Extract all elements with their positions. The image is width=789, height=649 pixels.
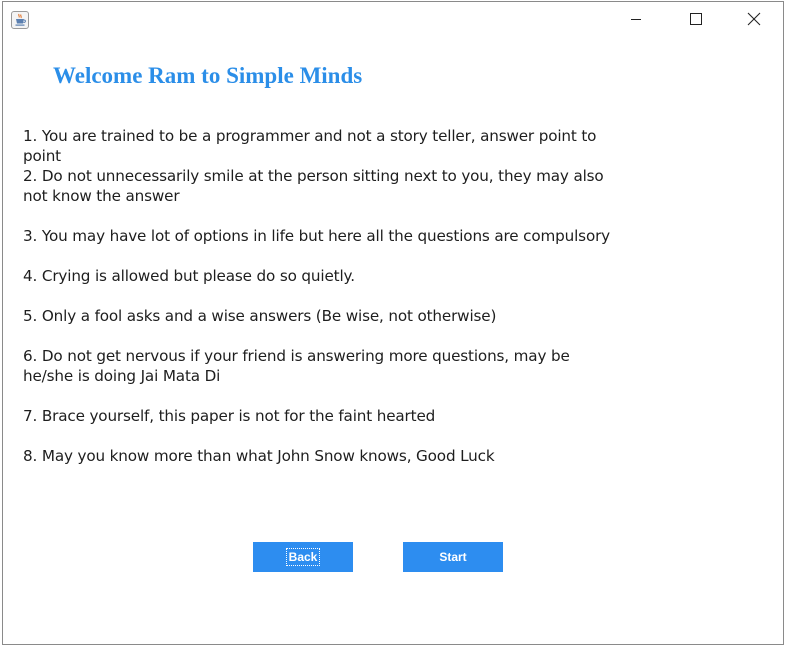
title-bar[interactable] xyxy=(3,2,783,35)
maximize-icon xyxy=(690,12,702,25)
app-window: Welcome Ram to Simple Minds 1. You are t… xyxy=(2,1,784,645)
rule-item: 7. Brace yourself, this paper is not for… xyxy=(23,407,436,425)
back-button-label: Back xyxy=(285,548,321,566)
rule-item: 1. You are trained to be a programmer an… xyxy=(23,127,597,165)
minimize-icon xyxy=(631,18,641,20)
back-button[interactable]: Back xyxy=(253,542,353,572)
close-icon xyxy=(747,12,761,25)
rule-item: 8. May you know more than what John Snow… xyxy=(23,447,495,465)
start-button[interactable]: Start xyxy=(403,542,503,572)
java-coffee-cup-icon[interactable] xyxy=(11,11,29,29)
rule-item: 4. Crying is allowed but please do so qu… xyxy=(23,267,355,285)
close-button[interactable] xyxy=(725,2,783,35)
minimize-button[interactable] xyxy=(607,2,665,35)
maximize-button[interactable] xyxy=(667,2,725,35)
welcome-heading: Welcome Ram to Simple Minds xyxy=(53,63,363,88)
start-button-label: Start xyxy=(439,550,467,564)
rule-item: 5. Only a fool asks and a wise answers (… xyxy=(23,307,497,325)
rule-item: 6. Do not get nervous if your friend is … xyxy=(23,347,570,385)
rule-item: 3. You may have lot of options in life b… xyxy=(23,227,611,245)
rule-item: 2. Do not unnecessarily smile at the per… xyxy=(23,167,604,205)
